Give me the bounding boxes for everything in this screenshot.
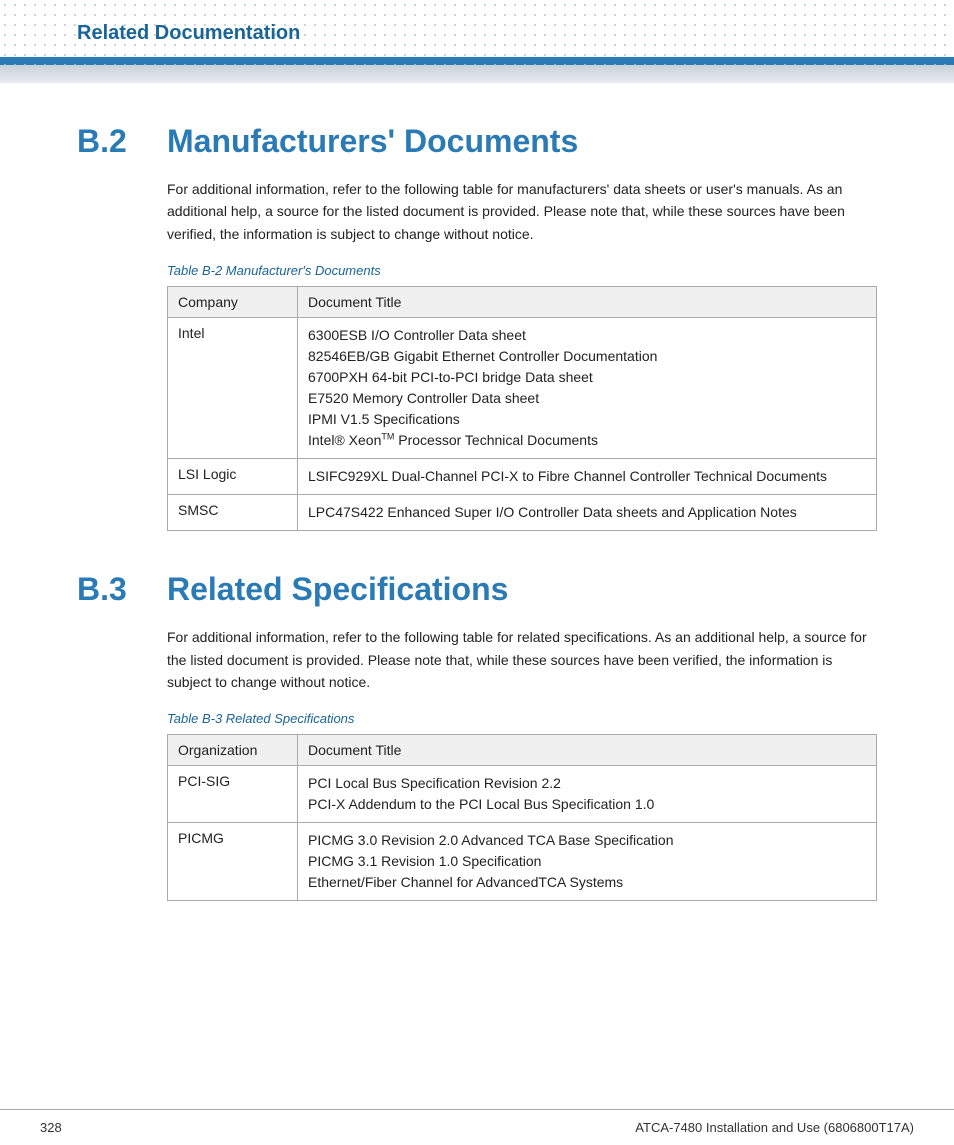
specifications-table: Organization Document Title PCI-SIG PCI … [167, 734, 877, 901]
doc-item: 82546EB/GB Gigabit Ethernet Controller D… [308, 346, 866, 367]
doc-item: IPMI V1.5 Specifications [308, 409, 866, 430]
section-b2-number: B.2 [77, 123, 167, 160]
table-b3-caption: Table B-3 Related Specifications [167, 711, 877, 726]
doc-item: 6700PXH 64-bit PCI-to-PCI bridge Data sh… [308, 367, 866, 388]
table-row: Intel 6300ESB I/O Controller Data sheet … [168, 318, 877, 459]
doc-item-xeon: Intel® XeonTM Processor Technical Docume… [308, 430, 866, 451]
table-row: PCI-SIG PCI Local Bus Specification Revi… [168, 766, 877, 823]
doc-item: 6300ESB I/O Controller Data sheet [308, 325, 866, 346]
pci-sig-documents: PCI Local Bus Specification Revision 2.2… [298, 766, 877, 823]
table-row: PICMG PICMG 3.0 Revision 2.0 Advanced TC… [168, 823, 877, 901]
section-b3: B.3 Related Specifications For additiona… [77, 571, 877, 901]
table-header-row: Organization Document Title [168, 735, 877, 766]
col-document-title: Document Title [298, 735, 877, 766]
document-title: ATCA-7480 Installation and Use (6806800T… [635, 1120, 914, 1135]
picmg-documents: PICMG 3.0 Revision 2.0 Advanced TCA Base… [298, 823, 877, 901]
section-b2-heading: B.2 Manufacturers' Documents [77, 123, 877, 160]
intel-documents: 6300ESB I/O Controller Data sheet 82546E… [298, 318, 877, 459]
doc-item: Ethernet/Fiber Channel for AdvancedTCA S… [308, 872, 866, 893]
col-document-title: Document Title [298, 287, 877, 318]
footer: 328 ATCA-7480 Installation and Use (6806… [0, 1109, 954, 1145]
trademark-sup: TM [381, 432, 394, 442]
company-lsi: LSI Logic [168, 459, 298, 495]
company-smsc: SMSC [168, 495, 298, 531]
manufacturers-table: Company Document Title Intel 6300ESB I/O… [167, 286, 877, 531]
section-b3-number: B.3 [77, 571, 167, 608]
table-row: LSI Logic LSIFC929XL Dual-Channel PCI-X … [168, 459, 877, 495]
doc-item: LPC47S422 Enhanced Super I/O Controller … [308, 502, 866, 523]
company-intel: Intel [168, 318, 298, 459]
org-pci-sig: PCI-SIG [168, 766, 298, 823]
table-row: SMSC LPC47S422 Enhanced Super I/O Contro… [168, 495, 877, 531]
page-title: Related Documentation [77, 22, 300, 44]
main-content: B.2 Manufacturers' Documents For additio… [0, 83, 954, 1001]
section-b3-heading: B.3 Related Specifications [77, 571, 877, 608]
doc-item: PCI-X Addendum to the PCI Local Bus Spec… [308, 794, 866, 815]
doc-item: E7520 Memory Controller Data sheet [308, 388, 866, 409]
header-title-bar: Related Documentation [0, 10, 954, 53]
header: Related Documentation [0, 0, 954, 83]
page-number: 328 [40, 1120, 62, 1135]
doc-item: LSIFC929XL Dual-Channel PCI-X to Fibre C… [308, 466, 866, 487]
section-b3-title: Related Specifications [167, 571, 508, 608]
smsc-documents: LPC47S422 Enhanced Super I/O Controller … [298, 495, 877, 531]
table-b2-caption: Table B-2 Manufacturer's Documents [167, 263, 877, 278]
col-organization: Organization [168, 735, 298, 766]
table-header-row: Company Document Title [168, 287, 877, 318]
doc-item: PICMG 3.0 Revision 2.0 Advanced TCA Base… [308, 830, 866, 851]
lsi-documents: LSIFC929XL Dual-Channel PCI-X to Fibre C… [298, 459, 877, 495]
org-picmg: PICMG [168, 823, 298, 901]
col-company: Company [168, 287, 298, 318]
doc-item: PICMG 3.1 Revision 1.0 Specification [308, 851, 866, 872]
section-b2-description: For additional information, refer to the… [167, 178, 877, 245]
section-b3-description: For additional information, refer to the… [167, 626, 877, 693]
doc-item: PCI Local Bus Specification Revision 2.2 [308, 773, 866, 794]
section-b2-title: Manufacturers' Documents [167, 123, 578, 160]
section-b2: B.2 Manufacturers' Documents For additio… [77, 123, 877, 531]
